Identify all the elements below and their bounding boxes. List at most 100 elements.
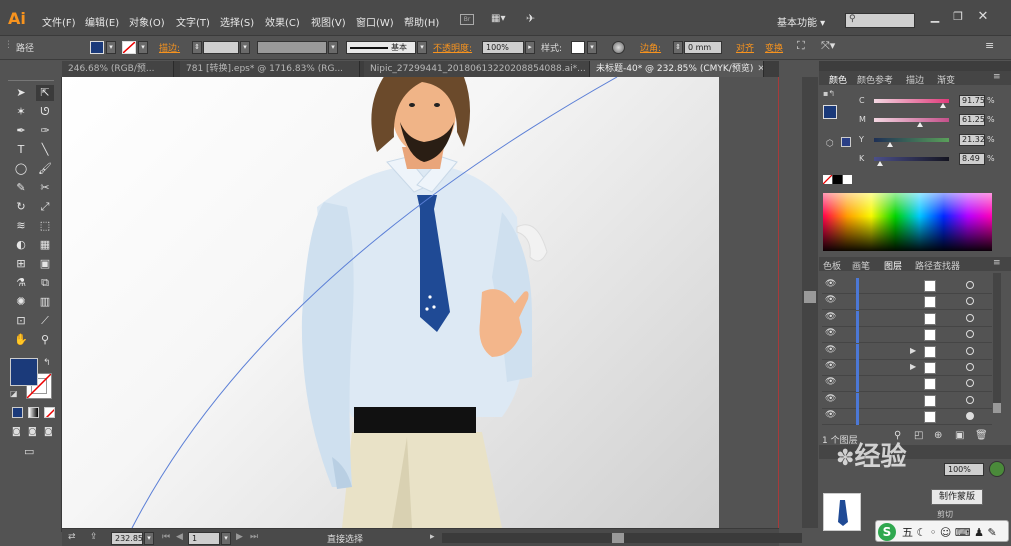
arrange-documents-icon[interactable]: ▦▾	[491, 13, 513, 26]
default-colors-icon[interactable]: ◪	[10, 389, 18, 398]
visibility-eye-icon[interactable]: 👁	[825, 279, 836, 289]
black-swatch[interactable]	[833, 175, 842, 184]
restore-icon[interactable]: ❐	[951, 10, 965, 24]
tab-color-guide[interactable]: 颜色参考	[857, 73, 893, 86]
visibility-eye-icon[interactable]: 👁	[825, 312, 836, 322]
share-icon[interactable]: ⇄	[68, 532, 76, 542]
line-tool-icon[interactable]: ╲	[36, 142, 54, 158]
rotate-tool-icon[interactable]: ↻	[12, 199, 30, 215]
selection-tool-icon[interactable]: ➤	[12, 85, 30, 101]
visibility-eye-icon[interactable]: 👁	[825, 394, 836, 404]
type-tool-icon[interactable]: T	[12, 142, 30, 158]
draw-inside-icon[interactable]: ◙	[44, 427, 53, 437]
make-clipping-mask-icon[interactable]: ◰	[914, 430, 923, 441]
graphic-style-swatch[interactable]	[571, 41, 585, 54]
color-mode-icon[interactable]	[12, 407, 23, 418]
menu-window[interactable]: 窗口(W)	[356, 14, 394, 29]
search-field[interactable]: ⚲	[845, 13, 915, 28]
layer-row[interactable]: 👁	[822, 409, 992, 426]
panel-grip[interactable]	[8, 80, 54, 81]
delete-layer-icon[interactable]: 🗑	[975, 430, 988, 441]
target-circle-icon[interactable]	[966, 395, 974, 404]
stroke-weight-field[interactable]	[203, 41, 239, 54]
layers-menu-icon[interactable]: ≡	[993, 258, 1001, 268]
new-layer-icon[interactable]: ▣	[955, 430, 964, 441]
artboard[interactable]	[62, 77, 719, 528]
visibility-eye-icon[interactable]: 👁	[825, 328, 836, 338]
h-scroll-thumb[interactable]	[612, 533, 624, 543]
channel-slider-track[interactable]	[874, 157, 949, 161]
corner-stepper[interactable]: ⇕	[673, 41, 683, 54]
target-circle-icon[interactable]	[966, 313, 974, 322]
workspace-switcher[interactable]: 基本功能 ▾	[777, 14, 825, 29]
ellipse-tool-icon[interactable]: ◯	[12, 161, 30, 177]
menu-select[interactable]: 选择(S)	[220, 14, 254, 29]
menu-view[interactable]: 视图(V)	[311, 14, 346, 29]
target-circle-icon[interactable]	[966, 346, 974, 355]
tab-color[interactable]: 颜色	[829, 73, 847, 86]
expand-arrow-icon[interactable]: ▶	[910, 346, 916, 355]
hand-tool-icon[interactable]: ✋	[12, 332, 30, 348]
channel-slider-track[interactable]	[874, 138, 949, 142]
align-link[interactable]: 对齐	[736, 41, 754, 54]
puppet-warp-icon[interactable]: ⤧▾	[821, 39, 835, 53]
free-transform-tool-icon[interactable]: ⬚	[36, 218, 54, 234]
recolor-artwork-icon[interactable]	[612, 41, 625, 54]
tab-close-icon[interactable]: ✕	[757, 64, 763, 74]
slice-tool-icon[interactable]: ⟋	[36, 313, 54, 329]
target-circle-icon[interactable]	[966, 412, 974, 421]
eyedropper-tool-icon[interactable]: ⚗	[12, 275, 30, 291]
horizontal-scrollbar[interactable]	[442, 533, 802, 543]
channel-value-field[interactable]: 91.75	[959, 95, 985, 107]
last-page-icon[interactable]: ⏭	[250, 532, 258, 542]
ime-toolbar[interactable]: S 五 ☾ ◦ ☺ ⌨ ♟ ✎	[875, 520, 1009, 542]
target-circle-icon[interactable]	[966, 379, 974, 388]
next-page-icon[interactable]: ▶	[236, 532, 243, 542]
layer-row[interactable]: 👁	[822, 327, 992, 344]
status-menu-icon[interactable]: ▸	[430, 532, 435, 542]
opacity-dropdown[interactable]: ▸	[525, 41, 535, 54]
layer-row[interactable]: 👁	[822, 294, 992, 311]
menu-edit[interactable]: 编辑(E)	[85, 14, 119, 29]
target-circle-icon[interactable]	[966, 281, 974, 289]
width-tool-icon[interactable]: ≋	[12, 218, 30, 234]
channel-value-field[interactable]: 61.25	[959, 114, 985, 126]
transform-link[interactable]: 变换	[765, 41, 783, 54]
zoom-field[interactable]: 232.85	[111, 532, 143, 545]
transparency-opacity-field[interactable]: 100%	[944, 463, 984, 476]
curvature-tool-icon[interactable]: ✑	[36, 123, 54, 139]
tab-doc-2[interactable]: 781 [转换].eps* @ 1716.83% (RG...	[180, 61, 360, 77]
channel-slider-thumb[interactable]	[939, 103, 946, 108]
visibility-eye-icon[interactable]: 👁	[825, 377, 836, 387]
visibility-eye-icon[interactable]: 👁	[825, 295, 836, 305]
fill-color-front[interactable]	[10, 358, 38, 386]
stroke-weight-dropdown[interactable]: ▾	[240, 41, 250, 54]
panel-menu-icon[interactable]: ≡	[993, 72, 1001, 82]
scissors-tool-icon[interactable]: ✂	[36, 180, 54, 196]
paintbrush-tool-icon[interactable]: 🖌	[36, 161, 54, 177]
visibility-eye-icon[interactable]: 👁	[825, 361, 836, 371]
visibility-eye-icon[interactable]: 👁	[825, 410, 836, 420]
panel-round-button[interactable]	[989, 461, 1005, 477]
layers-scroll-thumb[interactable]	[993, 403, 1001, 413]
make-mask-button[interactable]: 制作蒙版	[931, 489, 983, 505]
tab-brushes[interactable]: 画笔	[852, 259, 870, 272]
scale-tool-icon[interactable]: ⤢	[36, 199, 54, 215]
page-field[interactable]: 1	[188, 532, 220, 545]
gradient-mode-icon[interactable]	[28, 407, 39, 418]
expand-arrow-icon[interactable]: ▶	[910, 362, 916, 371]
style-dropdown[interactable]: ▾	[587, 41, 597, 54]
new-sublayer-icon[interactable]: ⊕	[934, 430, 942, 441]
close-icon[interactable]: ✕	[976, 9, 990, 24]
corner-label[interactable]: 边角:	[640, 41, 661, 54]
mesh-tool-icon[interactable]: ⊞	[12, 256, 30, 272]
layer-row[interactable]: 👁 ▶	[822, 343, 992, 360]
opacity-field[interactable]: 100%	[482, 41, 524, 54]
zoom-dropdown[interactable]: ▾	[144, 532, 154, 545]
target-circle-icon[interactable]	[966, 363, 974, 371]
layers-scrollbar[interactable]	[993, 273, 1001, 413]
stroke-weight-stepper[interactable]: ⇕	[192, 41, 202, 54]
draw-normal-icon[interactable]: ◙	[12, 427, 21, 437]
page-dropdown[interactable]: ▾	[221, 532, 231, 545]
fill-swatch[interactable]	[90, 41, 104, 54]
